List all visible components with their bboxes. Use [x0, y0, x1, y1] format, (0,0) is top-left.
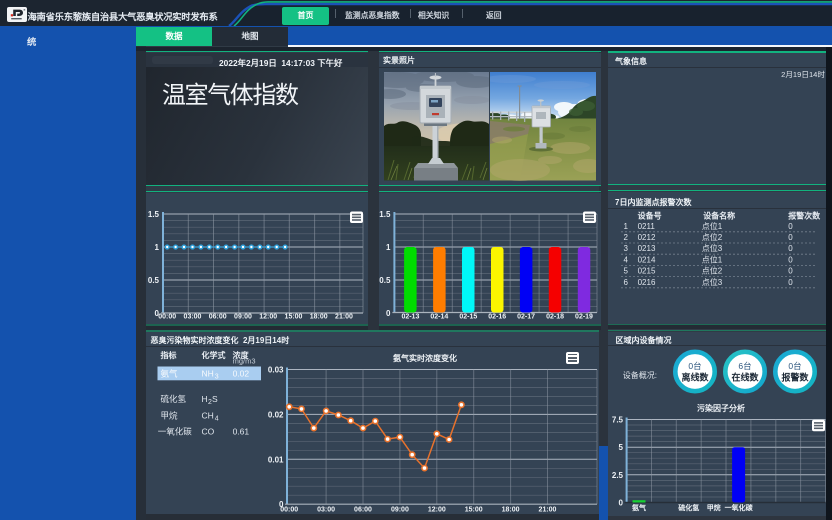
svg-text:02-19: 02-19 — [575, 314, 593, 321]
svg-text:0.61: 0.61 — [233, 427, 250, 437]
svg-text:离线数: 离线数 — [681, 372, 709, 383]
svg-text:0: 0 — [788, 255, 793, 264]
svg-text:00:00: 00:00 — [280, 507, 298, 514]
svg-text:3: 3 — [624, 244, 629, 253]
svg-text:0.02: 0.02 — [233, 368, 250, 378]
svg-text:12:00: 12:00 — [259, 314, 277, 321]
svg-text:点位1: 点位1 — [702, 221, 723, 231]
svg-text:H: H — [202, 394, 208, 404]
svg-text:0: 0 — [619, 499, 624, 508]
svg-text:硫化氢: 硫化氢 — [161, 394, 187, 404]
svg-text:点位3: 点位3 — [702, 277, 723, 287]
svg-text:06:00: 06:00 — [209, 314, 227, 321]
svg-text:点位2: 点位2 — [702, 232, 723, 242]
svg-text:1: 1 — [155, 243, 160, 252]
svg-text:09:00: 09:00 — [391, 507, 409, 514]
svg-text:02-15: 02-15 — [459, 314, 477, 321]
svg-text:设备号: 设备号 — [638, 211, 662, 221]
svg-text:2.5: 2.5 — [612, 471, 624, 480]
svg-text:0: 0 — [386, 309, 391, 318]
svg-text:化学式: 化学式 — [202, 350, 226, 360]
svg-text:5: 5 — [624, 267, 629, 276]
svg-text:点位3: 点位3 — [702, 243, 723, 253]
svg-text:点位2: 点位2 — [702, 266, 723, 276]
svg-text:CH: CH — [202, 410, 214, 420]
svg-text:21:00: 21:00 — [539, 507, 557, 514]
svg-text:设备名称: 设备名称 — [703, 211, 735, 221]
svg-text:12:00: 12:00 — [428, 507, 446, 514]
svg-text:CO: CO — [202, 427, 215, 437]
svg-text:0: 0 — [788, 233, 793, 242]
svg-text:02-18: 02-18 — [546, 314, 564, 321]
svg-text:1.5: 1.5 — [379, 210, 391, 219]
svg-text:09:00: 09:00 — [234, 314, 252, 321]
svg-text:1.5: 1.5 — [148, 210, 160, 219]
svg-text:5: 5 — [619, 443, 624, 452]
svg-text:在线数: 在线数 — [731, 372, 759, 383]
svg-text:4: 4 — [624, 255, 629, 264]
svg-text:06:00: 06:00 — [354, 507, 372, 514]
svg-text:mg/m3: mg/m3 — [233, 357, 256, 366]
svg-text:0215: 0215 — [638, 267, 656, 276]
svg-text:02-14: 02-14 — [430, 314, 448, 321]
svg-text:18:00: 18:00 — [502, 507, 520, 514]
svg-text:21:00: 21:00 — [335, 314, 353, 321]
svg-text:15:00: 15:00 — [465, 507, 483, 514]
svg-text:02-13: 02-13 — [401, 314, 419, 321]
svg-text:报警次数: 报警次数 — [788, 211, 821, 221]
svg-text:NH: NH — [202, 368, 214, 378]
svg-text:15:00: 15:00 — [285, 314, 303, 321]
svg-text:6: 6 — [624, 278, 629, 287]
svg-text:02-17: 02-17 — [517, 314, 535, 321]
svg-text:0台: 0台 — [788, 361, 801, 371]
svg-text:0: 0 — [788, 278, 793, 287]
svg-text:甲烷: 甲烷 — [161, 410, 179, 420]
svg-text:0213: 0213 — [638, 244, 656, 253]
svg-text:报警数: 报警数 — [781, 372, 809, 383]
svg-text:02-16: 02-16 — [488, 314, 506, 321]
svg-text:0: 0 — [788, 222, 793, 231]
svg-text:S: S — [212, 394, 218, 404]
svg-text:0.03: 0.03 — [268, 366, 284, 375]
svg-text:03:00: 03:00 — [317, 507, 335, 514]
svg-text:1: 1 — [624, 222, 629, 231]
svg-text:03:00: 03:00 — [184, 314, 202, 321]
svg-text:0216: 0216 — [638, 278, 656, 287]
svg-text:2: 2 — [624, 233, 629, 242]
svg-text:18:00: 18:00 — [310, 314, 328, 321]
svg-text:0: 0 — [788, 267, 793, 276]
svg-text:氨气: 氨气 — [161, 368, 179, 378]
svg-text:0.02: 0.02 — [268, 410, 284, 419]
svg-text:0.5: 0.5 — [148, 276, 160, 285]
svg-text:硫化氢: 硫化氢 — [678, 503, 699, 512]
svg-text:氨气: 氨气 — [632, 503, 646, 512]
svg-text:0: 0 — [788, 244, 793, 253]
svg-text:0.5: 0.5 — [379, 276, 391, 285]
svg-text:0214: 0214 — [638, 255, 656, 264]
svg-text:1: 1 — [386, 243, 391, 252]
svg-text:00:00: 00:00 — [158, 314, 176, 321]
svg-text:6台: 6台 — [738, 361, 751, 371]
svg-text:0212: 0212 — [638, 233, 656, 242]
svg-text:0台: 0台 — [688, 361, 701, 371]
svg-text:7.5: 7.5 — [612, 416, 624, 425]
svg-text:一氧化碳: 一氧化碳 — [158, 427, 193, 437]
svg-text:4: 4 — [215, 415, 219, 422]
svg-text:0.01: 0.01 — [268, 455, 284, 464]
svg-text:点位1: 点位1 — [702, 254, 723, 264]
svg-text:0211: 0211 — [638, 222, 656, 231]
svg-text:甲烷: 甲烷 — [707, 503, 721, 512]
svg-text:一氧化碳: 一氧化碳 — [725, 503, 754, 512]
svg-text:3: 3 — [215, 373, 219, 380]
svg-text:指标: 指标 — [161, 350, 177, 360]
